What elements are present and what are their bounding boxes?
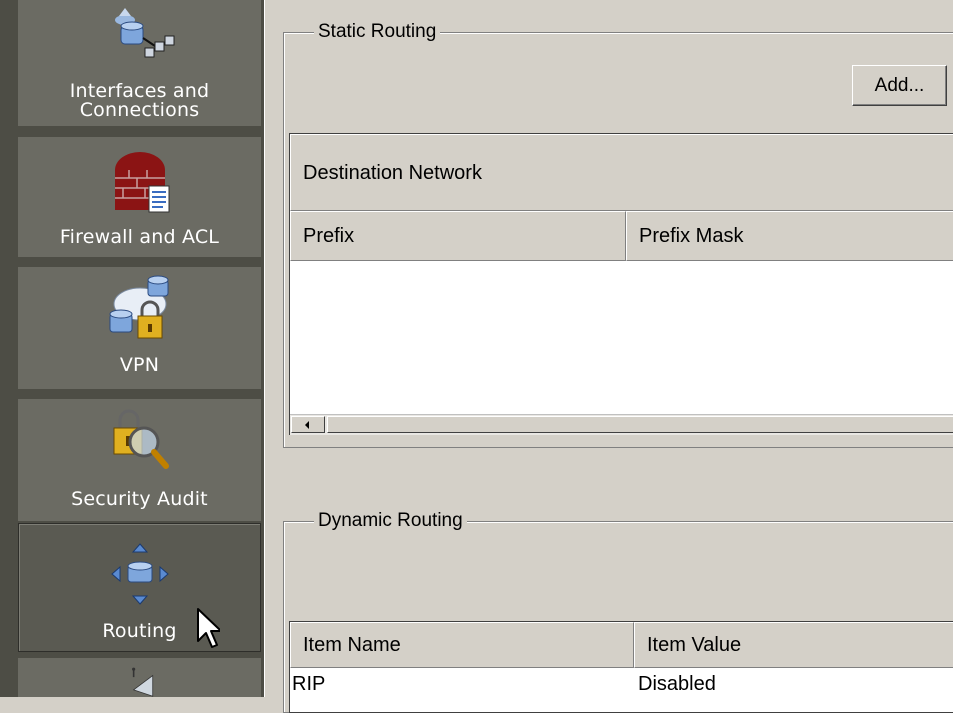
table-row[interactable]: RIP Disabled [290, 668, 953, 698]
destination-network-header: Destination Network [290, 134, 953, 211]
mouse-cursor-icon [197, 608, 220, 648]
routing-icon [110, 543, 169, 605]
sidebar: Interfaces and Connections Firewall and … [0, 0, 264, 697]
sidebar-item-routing[interactable]: Routing [18, 523, 261, 652]
column-header-prefix[interactable]: Prefix [290, 211, 626, 261]
sidebar-item-security-audit[interactable]: Security Audit [18, 399, 261, 521]
dynamic-routing-table: Item Name Item Value RIP Disabled [289, 621, 953, 713]
vpn-lock-icon [109, 275, 168, 339]
static-routes-table: Destination Network Prefix Prefix Mask [289, 133, 953, 435]
sidebar-divider [264, 0, 273, 697]
scroll-thumb[interactable] [327, 416, 953, 433]
column-header-item-name[interactable]: Item Name [290, 622, 634, 668]
row-item-value: Disabled [638, 673, 716, 695]
security-audit-icon [113, 409, 169, 469]
firewall-icon [114, 152, 169, 213]
sidebar-item-vpn[interactable]: VPN [18, 267, 261, 389]
sidebar-item-firewall-acl[interactable]: Firewall and ACL [18, 137, 261, 257]
add-static-route-button[interactable]: Add... [852, 65, 947, 106]
sidebar-item-label: Interfaces and Connections [69, 80, 210, 121]
horizontal-scrollbar[interactable] [290, 414, 953, 435]
table-column-headers: Item Name Item Value [290, 622, 953, 668]
arrow-left-icon [305, 421, 309, 429]
sidebar-item-label: Firewall and ACL [59, 226, 220, 248]
table-column-headers: Prefix Prefix Mask [290, 211, 953, 261]
network-interfaces-icon [114, 8, 174, 58]
satellite-icon [131, 667, 153, 697]
table-group-header: Destination Network [290, 134, 953, 211]
column-header-item-value[interactable]: Item Value [634, 622, 953, 668]
sidebar-item-label: VPN [119, 354, 160, 376]
sidebar-item-label: Routing [102, 620, 177, 642]
scroll-left-button[interactable] [291, 416, 325, 433]
column-header-prefix-mask[interactable]: Prefix Mask [626, 211, 953, 261]
dynamic-routing-title: Dynamic Routing [314, 509, 467, 533]
static-routing-title: Static Routing [314, 20, 441, 44]
sidebar-item-label: Security Audit [71, 488, 208, 510]
row-item-name: RIP [292, 673, 326, 695]
sidebar-item-next[interactable] [18, 658, 261, 697]
sidebar-item-interfaces-connections[interactable]: Interfaces and Connections [18, 0, 261, 126]
